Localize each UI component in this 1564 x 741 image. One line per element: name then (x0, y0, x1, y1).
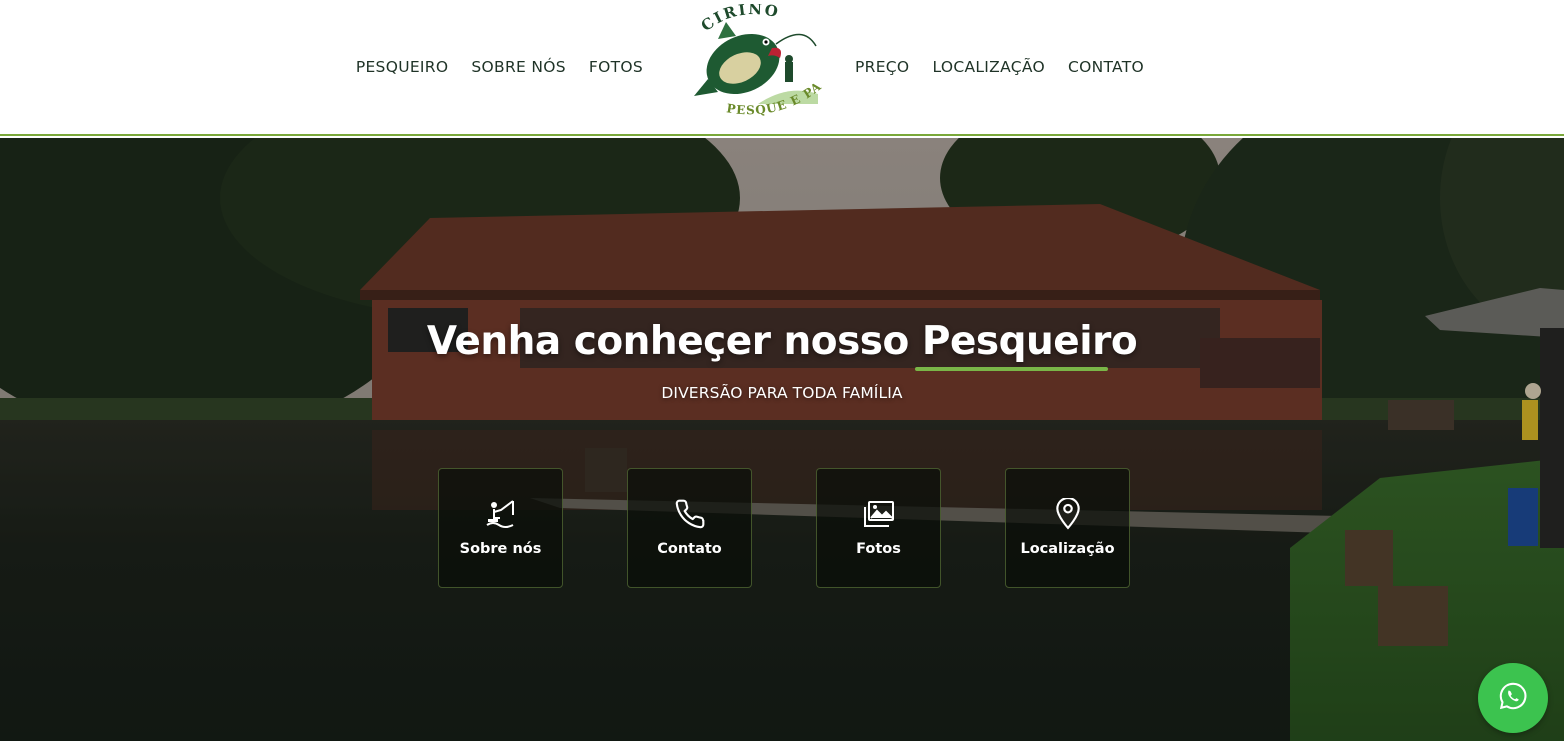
whatsapp-icon (1498, 681, 1528, 716)
map-pin-icon (1051, 497, 1085, 531)
card-label: Fotos (856, 541, 901, 557)
card-fotos[interactable]: Fotos (816, 468, 941, 588)
card-sobre-nos[interactable]: Sobre nós (438, 468, 563, 588)
title-underline (915, 367, 1108, 371)
site-logo[interactable]: CIRINO PESQUE E PAGUE (682, 0, 828, 128)
quick-links: Sobre nós Contato Fotos Localização (438, 468, 1130, 588)
nav-right: PREÇO LOCALIZAÇÃO CONTATO (855, 58, 1144, 76)
nav-link-sobre-nos[interactable]: SOBRE NÓS (471, 58, 566, 76)
hero-section: Venha conheçer nosso Pesqueiro DIVERSÃO … (0, 138, 1564, 741)
card-label: Localização (1020, 541, 1115, 557)
phone-icon (673, 497, 707, 531)
hero-title: Venha conheçer nosso Pesqueiro (426, 319, 1138, 364)
nav-link-preco[interactable]: PREÇO (855, 58, 909, 76)
card-contato[interactable]: Contato (627, 468, 752, 588)
nav-link-localizacao[interactable]: LOCALIZAÇÃO (932, 58, 1045, 76)
hero-background-image (0, 138, 1564, 741)
whatsapp-button[interactable] (1478, 663, 1548, 733)
svg-text:CIRINO: CIRINO (698, 4, 782, 35)
nav-link-pesqueiro[interactable]: PESQUEIRO (356, 58, 449, 76)
nav-link-contato[interactable]: CONTATO (1068, 58, 1144, 76)
hero-subtitle: DIVERSÃO PARA TODA FAMÍLIA (661, 384, 903, 402)
card-label: Sobre nós (459, 541, 542, 557)
nav-link-fotos[interactable]: FOTOS (589, 58, 643, 76)
card-localizacao[interactable]: Localização (1005, 468, 1130, 588)
images-icon (862, 497, 896, 531)
fishing-icon (484, 497, 518, 531)
site-header: PESQUEIRO SOBRE NÓS FOTOS CIRINO PESQUE … (0, 0, 1564, 136)
nav-left: PESQUEIRO SOBRE NÓS FOTOS (356, 58, 643, 76)
card-label: Contato (657, 541, 722, 557)
